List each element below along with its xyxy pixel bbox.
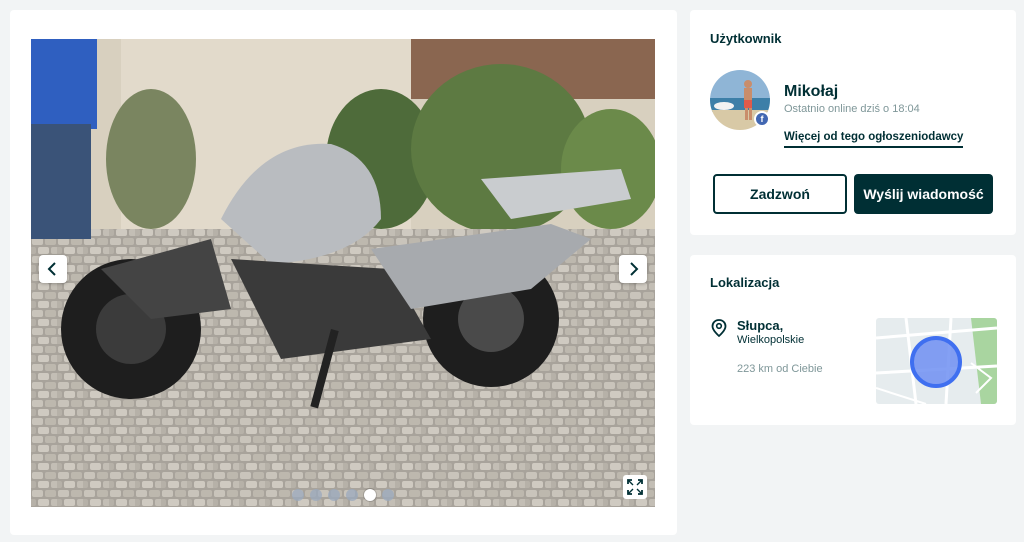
chevron-right-icon (630, 262, 639, 276)
location-card: Lokalizacja Słupca, Wielkopolskie 223 km… (690, 255, 1016, 425)
last-online-status: Ostatnio online dziś o 18:04 (784, 103, 920, 115)
more-from-seller-link[interactable]: Więcej od tego ogłoszeniodawcy (784, 131, 964, 148)
motorcycle-photo-image (31, 39, 655, 507)
location-city: Słupca, (737, 318, 784, 333)
previous-photo-button[interactable] (39, 255, 67, 283)
send-message-button[interactable]: Wyślij wiadomość (854, 174, 993, 214)
location-region: Wielkopolskie (737, 334, 805, 346)
user-section-title: Użytkownik (710, 31, 782, 46)
listing-photo[interactable] (31, 39, 655, 507)
map-image (876, 318, 997, 404)
photo-dot[interactable] (346, 489, 358, 501)
gallery-card (10, 10, 677, 535)
location-map[interactable] (876, 318, 997, 404)
map-pin-icon (711, 319, 727, 337)
next-photo-button[interactable] (619, 255, 647, 283)
photo-dot[interactable] (292, 489, 304, 501)
location-distance: 223 km od Ciebie (737, 363, 823, 375)
facebook-icon: f (754, 111, 770, 127)
user-card: Użytkownik f Mikołaj Ostatnio online dzi… (690, 10, 1016, 235)
call-button[interactable]: Zadzwoń (713, 174, 847, 214)
user-name: Mikołaj (784, 83, 839, 100)
photo-dot-active[interactable] (364, 489, 376, 501)
photo-pagination (31, 489, 655, 501)
photo-dot[interactable] (328, 489, 340, 501)
photo-dot[interactable] (382, 489, 394, 501)
expand-icon (627, 479, 643, 495)
fullscreen-button[interactable] (623, 475, 647, 499)
location-section-title: Lokalizacja (710, 275, 780, 290)
chevron-left-icon (47, 262, 56, 276)
photo-dot[interactable] (310, 489, 322, 501)
